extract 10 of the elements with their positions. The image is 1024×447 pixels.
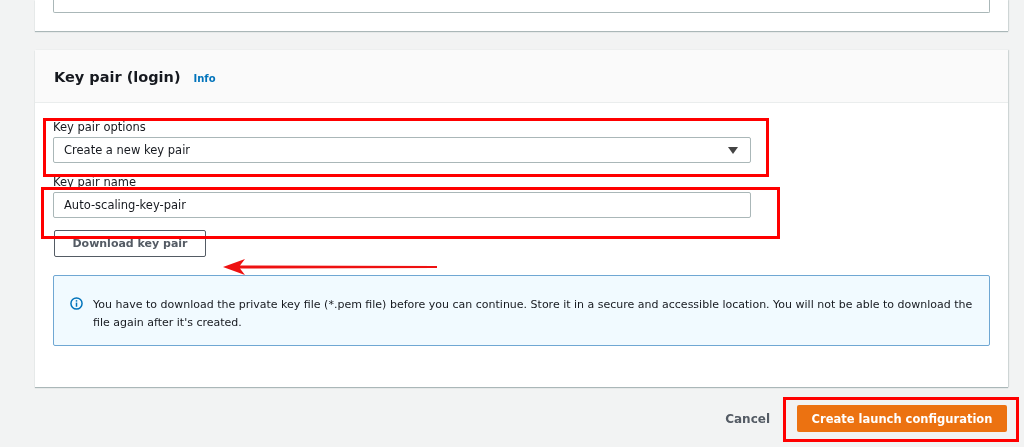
- info-icon: [70, 297, 83, 310]
- alert-text: You have to download the private key file (*.pem file) before you can continue. Store it in a secure and accessible location. You will not be able to download the file again after it's created.: [93, 297, 974, 331]
- caret-icon: [728, 146, 738, 154]
- info-link[interactable]: Info: [193, 73, 216, 84]
- field-label: Key pair options: [53, 120, 147, 134]
- cancel-link[interactable]: Cancel: [725, 411, 770, 426]
- dropdown[interactable]: Create a new key pair: [53, 137, 751, 163]
- input-field[interactable]: Auto-scaling-key-pair: [53, 192, 751, 218]
- input-field[interactable]: [53, 0, 990, 13]
- panel-title: Key pair (login): [54, 69, 181, 85]
